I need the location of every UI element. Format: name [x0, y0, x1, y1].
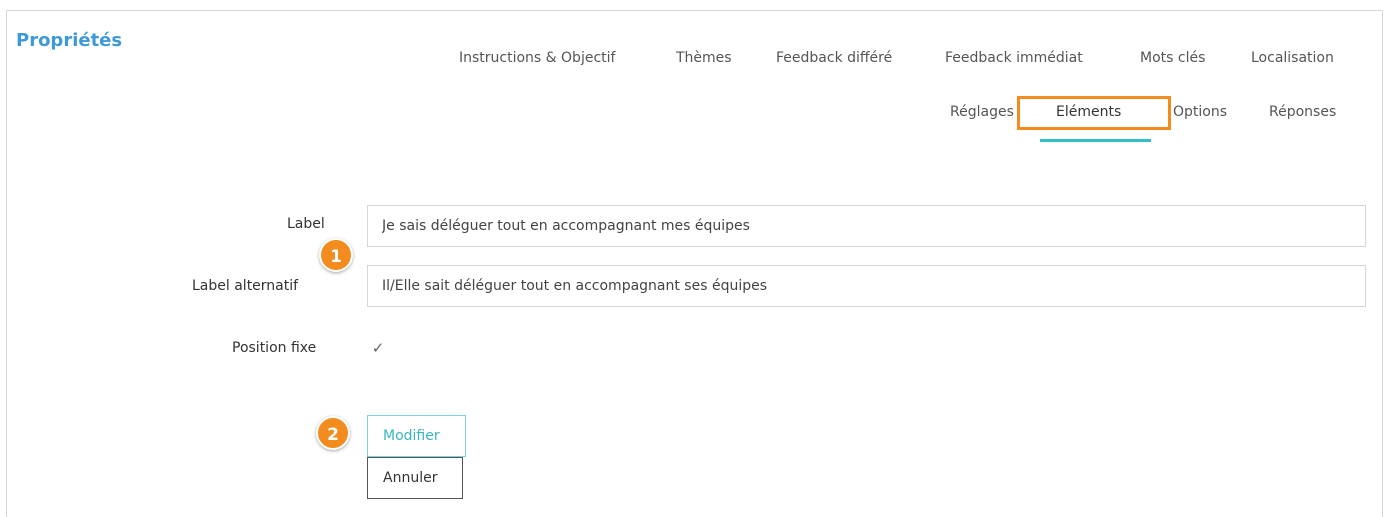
- alt-label-field-label: Label alternatif: [192, 278, 299, 294]
- modify-button[interactable]: Modifier: [367, 415, 466, 457]
- checkmark-icon: ✓: [371, 339, 385, 357]
- tab-localisation[interactable]: Localisation: [1251, 50, 1334, 66]
- tab-instructions-objectif[interactable]: Instructions & Objectif: [459, 50, 615, 66]
- tab-reglages[interactable]: Réglages: [950, 104, 1014, 120]
- tab-mots-cles[interactable]: Mots clés: [1140, 50, 1205, 66]
- position-fixe-checkbox[interactable]: ✓: [367, 337, 389, 359]
- active-tab-indicator: [1040, 139, 1151, 142]
- alt-label-input[interactable]: [367, 265, 1366, 307]
- label-field-label: Label: [287, 216, 325, 232]
- position-fixe-label: Position fixe: [232, 340, 317, 356]
- tab-feedback-immediat[interactable]: Feedback immédiat: [945, 50, 1083, 66]
- elements-tab-highlight: [1017, 96, 1171, 130]
- callout-badge-2: 2: [316, 416, 350, 450]
- label-input[interactable]: [367, 205, 1366, 247]
- page-title: Propriétés: [16, 30, 123, 51]
- callout-badge-1: 1: [319, 238, 353, 272]
- tab-reponses[interactable]: Réponses: [1269, 104, 1336, 120]
- cancel-button[interactable]: Annuler: [367, 457, 463, 499]
- properties-panel: [6, 10, 1383, 517]
- tab-options[interactable]: Options: [1173, 104, 1227, 120]
- tab-feedback-differe[interactable]: Feedback différé: [776, 50, 892, 66]
- tab-themes[interactable]: Thèmes: [676, 50, 732, 66]
